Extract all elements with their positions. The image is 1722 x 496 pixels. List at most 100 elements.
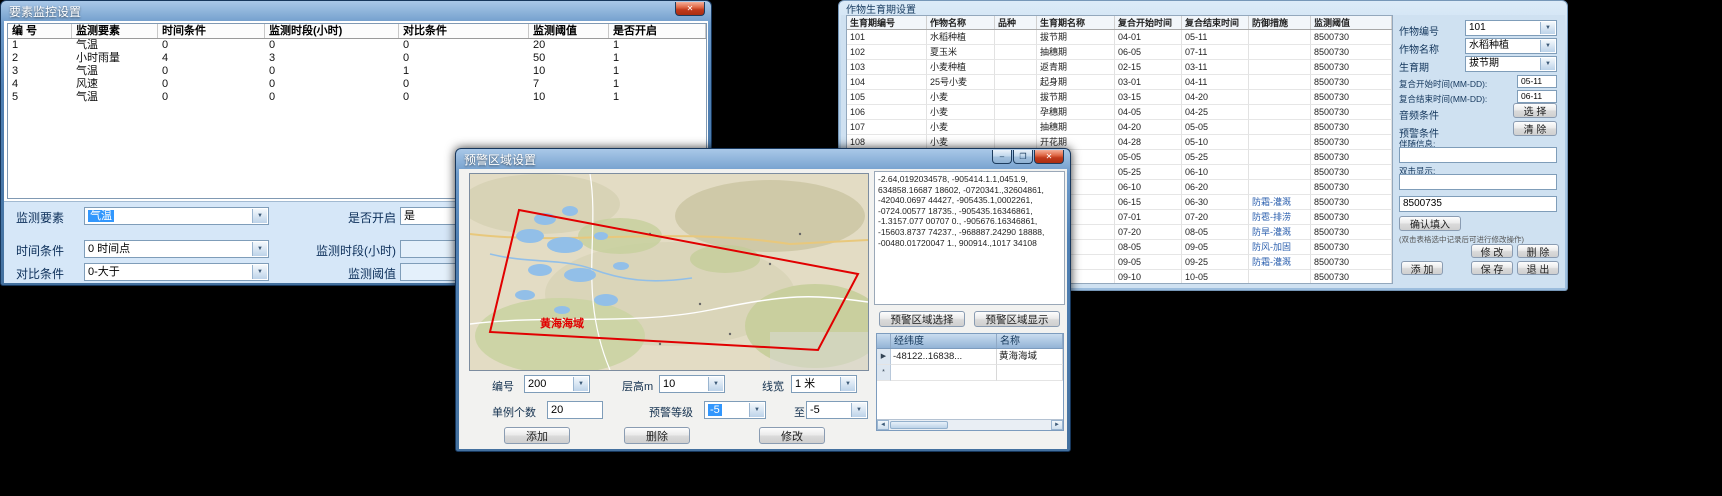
table-cell: 08-05: [1115, 240, 1182, 255]
close-icon[interactable]: ✕: [675, 2, 705, 16]
table-cell: *: [877, 365, 891, 381]
maximize-icon[interactable]: ❐: [1013, 150, 1033, 164]
table-cell: 1: [609, 91, 706, 104]
table-row[interactable]: 10425号小麦起身期03-0104-118500730: [847, 75, 1392, 90]
select-area-button[interactable]: 预警区域选择: [879, 311, 965, 327]
close-icon[interactable]: ✕: [1034, 150, 1064, 164]
chevron-down-icon: ▼: [749, 403, 764, 417]
growth-period-select[interactable]: 拔节期▼: [1465, 56, 1557, 72]
desc-field[interactable]: [1399, 147, 1557, 163]
crop-no-select[interactable]: 101▼: [1465, 20, 1557, 36]
table-cell: 106: [847, 105, 927, 120]
w3-window-title: 作物生育期设置: [841, 1, 916, 16]
table-cell: 09-25: [1182, 255, 1249, 270]
table-cell: [995, 30, 1037, 45]
table-row[interactable]: 103小麦种植返青期02-1503-118500730: [847, 60, 1392, 75]
to-label: 至: [794, 404, 805, 420]
table-cell: 1: [8, 39, 72, 52]
level-label: 预警等级: [649, 404, 693, 420]
show-area-button[interactable]: 预警区域显示: [974, 311, 1060, 327]
table-row[interactable]: 2小时雨量430501: [8, 52, 706, 65]
desktop: 作物生育期设置 生育期编号作物名称品种生育期名称复合开始时间复合结束时间防御措施…: [0, 0, 1722, 496]
coordinates-textarea[interactable]: -2.64,0192034578, -905414.1.1,0451.9, 63…: [874, 171, 1065, 305]
table-cell: 50: [529, 52, 609, 65]
map-canvas: 黄海海域: [470, 174, 868, 370]
scroll-thumb[interactable]: [890, 421, 948, 429]
to-level-select[interactable]: -5▼: [806, 401, 868, 419]
crop-name-select[interactable]: 水稻种植▼: [1465, 38, 1557, 54]
warning-area-map[interactable]: 黄海海域: [469, 173, 869, 371]
table-cell: 103: [847, 60, 927, 75]
table-row[interactable]: *: [877, 365, 1063, 381]
table-cell: 10: [529, 65, 609, 78]
exit-button[interactable]: 退 出: [1517, 261, 1559, 275]
table-cell: 8500730: [1311, 45, 1392, 60]
confirm-fill-button[interactable]: 确认填入: [1399, 216, 1461, 231]
delete-area-button[interactable]: 删除: [624, 427, 690, 444]
header-cell: 品种: [995, 16, 1037, 29]
time-cond-select[interactable]: 0 时间点▼: [84, 240, 269, 258]
height-select[interactable]: 10▼: [659, 375, 725, 393]
table-row[interactable]: 3气温001101: [8, 65, 706, 78]
w1-titlebar[interactable]: 要素监控设置 ✕: [4, 2, 708, 21]
enabled-label: 是否开启: [302, 209, 396, 226]
add-area-button[interactable]: 添加: [504, 427, 570, 444]
w3-titlebar[interactable]: 作物生育期设置: [841, 2, 1565, 15]
table-cell: 小麦: [927, 120, 995, 135]
table-cell: 小麦种植: [927, 60, 995, 75]
w2-titlebar[interactable]: 预警区域设置 – ❐ ✕: [459, 150, 1067, 169]
table-row[interactable]: 107小麦抽穗期04-2005-058500730: [847, 120, 1392, 135]
table-row[interactable]: 4风速00071: [8, 78, 706, 91]
table-cell: 抽穗期: [1037, 120, 1115, 135]
chevron-down-icon: ▼: [252, 209, 267, 223]
table-row[interactable]: 102夏玉米抽穗期06-0507-118500730: [847, 45, 1392, 60]
num-select[interactable]: 200▼: [524, 375, 590, 393]
area-grid-body: ▶-48122..16838...黄海海域*: [877, 349, 1063, 381]
table-cell: 04-20: [1182, 90, 1249, 105]
header-cell: 经纬度: [891, 334, 997, 348]
table-cell: 1: [609, 65, 706, 78]
delete-button[interactable]: 删 除: [1517, 244, 1559, 258]
start-date-field[interactable]: 05-11: [1517, 75, 1557, 88]
table-cell: 07-20: [1182, 210, 1249, 225]
table-cell: 3: [8, 65, 72, 78]
add-button[interactable]: 添 加: [1401, 261, 1443, 275]
scroll-right-icon[interactable]: ►: [1051, 420, 1063, 430]
compare-cond-select[interactable]: 0-大于▼: [84, 263, 269, 281]
clear-button[interactable]: 清 除: [1513, 121, 1557, 136]
chevron-down-icon: ▼: [252, 242, 267, 256]
area-grid-header: 经纬度名称: [877, 334, 1063, 349]
modify-area-button[interactable]: 修改: [759, 427, 825, 444]
linewidth-select[interactable]: 1 米▼: [791, 375, 857, 393]
crop-name-label: 作物名称: [1399, 41, 1439, 56]
count-field[interactable]: 20: [547, 401, 603, 419]
scroll-left-icon[interactable]: ◄: [877, 420, 889, 430]
horizontal-scrollbar[interactable]: ◄ ►: [877, 419, 1063, 430]
table-cell: 10-05: [1182, 270, 1249, 284]
table-row[interactable]: 1气温000201: [8, 39, 706, 52]
table-cell: 05-05: [1182, 120, 1249, 135]
dblclick-field[interactable]: [1399, 174, 1557, 190]
level-select[interactable]: -5▼: [704, 401, 766, 419]
table-cell: -48122..16838...: [891, 349, 997, 365]
choose-button[interactable]: 选 择: [1513, 103, 1557, 118]
chevron-down-icon: ▼: [840, 377, 855, 391]
table-row[interactable]: 106小麦孕穗期04-0504-258500730: [847, 105, 1392, 120]
save-button[interactable]: 保 存: [1471, 261, 1513, 275]
table-row[interactable]: 5气温000101: [8, 91, 706, 104]
modify-button[interactable]: 修 改: [1471, 244, 1513, 258]
table-cell: 02-15: [1115, 60, 1182, 75]
table-row[interactable]: ▶-48122..16838...黄海海域: [877, 349, 1063, 365]
end-date-field[interactable]: 06-11: [1517, 90, 1557, 103]
table-cell: 04-28: [1115, 135, 1182, 150]
map-region-label: 黄海海域: [540, 316, 584, 330]
element-select[interactable]: 气温▼: [84, 207, 269, 225]
header-cell: 防御措施: [1249, 16, 1311, 29]
threshold-code-field[interactable]: 8500735: [1399, 196, 1557, 212]
table-row[interactable]: 101水稻种植拔节期04-0105-118500730: [847, 30, 1392, 45]
chevron-down-icon: ▼: [252, 265, 267, 279]
table-cell: 小麦: [927, 105, 995, 120]
header-cell: 复合结束时间: [1182, 16, 1249, 29]
minimize-icon[interactable]: –: [992, 150, 1012, 164]
table-row[interactable]: 105小麦拔节期03-1504-208500730: [847, 90, 1392, 105]
